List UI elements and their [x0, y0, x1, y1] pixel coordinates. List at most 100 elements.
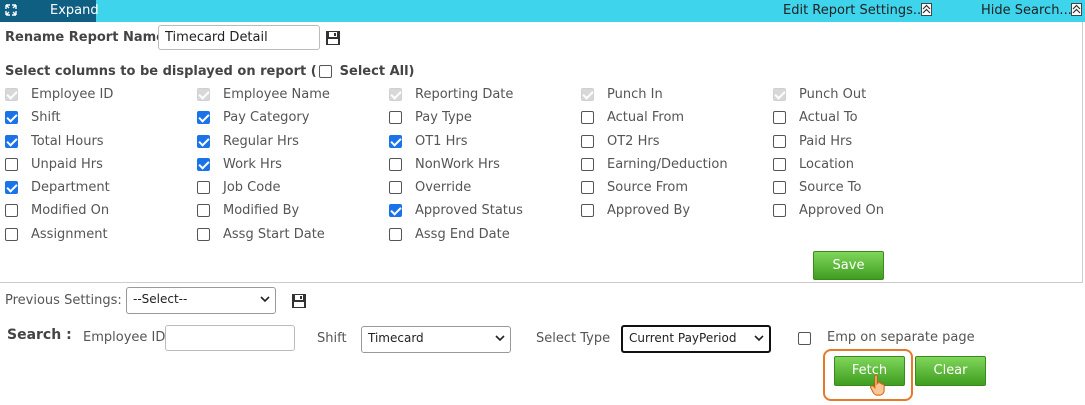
- column-option-checkbox: [389, 87, 402, 101]
- column-option-label: OT1 Hrs: [415, 133, 468, 149]
- column-option[interactable]: OT2 Hrs: [581, 132, 659, 150]
- column-option-checkbox[interactable]: [197, 203, 210, 217]
- select-type-value: Current PayPeriod: [629, 331, 737, 345]
- hide-search-link[interactable]: Hide Search...: [981, 3, 1072, 18]
- column-option-checkbox[interactable]: [773, 134, 786, 148]
- column-option[interactable]: Job Code: [197, 178, 280, 196]
- column-option[interactable]: Override: [389, 178, 471, 196]
- column-option-checkbox[interactable]: [773, 110, 786, 124]
- column-option-checkbox[interactable]: [581, 180, 594, 194]
- collapse-up-icon[interactable]: [1071, 3, 1082, 16]
- column-option-label: Pay Category: [223, 109, 310, 125]
- column-option[interactable]: Reporting Date: [389, 85, 513, 103]
- column-option[interactable]: Actual To: [773, 108, 858, 126]
- emp-separate-page-checkbox[interactable]: [798, 332, 811, 345]
- column-option[interactable]: Approved Status: [389, 201, 523, 219]
- clear-button[interactable]: Clear: [915, 356, 986, 386]
- column-option[interactable]: Assignment: [5, 225, 108, 243]
- column-option-checkbox[interactable]: [581, 134, 594, 148]
- column-option[interactable]: Earning/Deduction: [581, 155, 728, 173]
- column-option-checkbox[interactable]: [773, 180, 786, 194]
- column-option[interactable]: Total Hours: [5, 132, 104, 150]
- column-option-checkbox[interactable]: [5, 203, 18, 217]
- save-disk-icon[interactable]: [291, 293, 307, 309]
- column-option-checkbox[interactable]: [5, 110, 18, 124]
- expand-tab[interactable]: Expand: [0, 0, 99, 22]
- rename-report-label: Rename Report Name:: [5, 30, 171, 45]
- shift-label: Shift: [317, 331, 347, 346]
- shift-select[interactable]: Timecard: [361, 326, 511, 353]
- select-type-select[interactable]: Current PayPeriod: [621, 325, 771, 353]
- expand-label[interactable]: Expand: [50, 3, 99, 18]
- column-option-checkbox[interactable]: [389, 180, 402, 194]
- column-option-checkbox[interactable]: [197, 227, 210, 241]
- emp-separate-page-label: Emp on separate page: [827, 330, 975, 345]
- column-option-label: Assg Start Date: [223, 226, 325, 242]
- column-option[interactable]: Modified By: [197, 201, 299, 219]
- column-option[interactable]: Punch In: [581, 85, 663, 103]
- rename-report-input[interactable]: [158, 25, 320, 50]
- column-option[interactable]: Approved By: [581, 201, 690, 219]
- column-option[interactable]: Pay Type: [389, 108, 472, 126]
- column-option-checkbox[interactable]: [581, 157, 594, 171]
- column-option-label: Regular Hrs: [223, 133, 299, 149]
- column-option-label: Source From: [607, 179, 688, 195]
- select-all-label: Select All): [339, 63, 415, 79]
- column-option-checkbox[interactable]: [581, 203, 594, 217]
- column-option[interactable]: Pay Category: [197, 108, 309, 126]
- column-option-checkbox[interactable]: [5, 180, 18, 194]
- column-option[interactable]: Regular Hrs: [197, 132, 299, 150]
- collapse-up-icon[interactable]: [921, 3, 932, 16]
- column-option-checkbox[interactable]: [197, 157, 210, 171]
- column-option-checkbox[interactable]: [389, 110, 402, 124]
- column-option-checkbox[interactable]: [197, 110, 210, 124]
- column-option[interactable]: Source To: [773, 178, 861, 196]
- column-option[interactable]: Modified On: [5, 201, 109, 219]
- save-button[interactable]: Save: [813, 251, 884, 280]
- column-option[interactable]: Source From: [581, 178, 688, 196]
- column-option[interactable]: NonWork Hrs: [389, 155, 500, 173]
- column-option[interactable]: Shift: [5, 108, 61, 126]
- column-option[interactable]: Unpaid Hrs: [5, 155, 103, 173]
- column-option[interactable]: OT1 Hrs: [389, 132, 467, 150]
- column-option-checkbox[interactable]: [773, 157, 786, 171]
- select-all-checkbox[interactable]: [318, 64, 332, 78]
- column-option[interactable]: Employee ID: [5, 85, 113, 103]
- employee-id-input[interactable]: [165, 325, 295, 351]
- previous-settings-select[interactable]: --Select--: [126, 287, 276, 314]
- column-option-checkbox[interactable]: [5, 157, 18, 171]
- column-option[interactable]: Assg Start Date: [197, 225, 325, 243]
- column-option-checkbox[interactable]: [5, 134, 18, 148]
- column-option[interactable]: Location: [773, 155, 854, 173]
- column-option[interactable]: Punch Out: [773, 85, 866, 103]
- expand-icon[interactable]: [5, 4, 17, 16]
- column-option-checkbox[interactable]: [197, 180, 210, 194]
- column-option-checkbox[interactable]: [773, 203, 786, 217]
- column-option-label: NonWork Hrs: [415, 156, 500, 172]
- column-option-label: Source To: [799, 179, 862, 195]
- column-option-label: Override: [415, 179, 472, 195]
- columns-section-title: Select columns to be displayed on report…: [5, 62, 415, 80]
- column-option-checkbox[interactable]: [581, 110, 594, 124]
- column-option[interactable]: Department: [5, 178, 110, 196]
- column-option-label: Modified On: [31, 202, 110, 218]
- column-option-checkbox[interactable]: [197, 134, 210, 148]
- column-option[interactable]: Approved On: [773, 201, 884, 219]
- column-option-label: Reporting Date: [415, 86, 514, 102]
- column-option-checkbox[interactable]: [389, 227, 402, 241]
- column-option[interactable]: Actual From: [581, 108, 684, 126]
- column-option[interactable]: Paid Hrs: [773, 132, 852, 150]
- column-option-label: Employee ID: [31, 86, 114, 102]
- hand-cursor-icon: [870, 374, 888, 396]
- column-option-checkbox[interactable]: [5, 227, 18, 241]
- column-option[interactable]: Assg End Date: [389, 225, 510, 243]
- column-option-checkbox[interactable]: [389, 134, 402, 148]
- column-option-checkbox[interactable]: [389, 203, 402, 217]
- edit-report-settings-link[interactable]: Edit Report Settings...: [783, 3, 925, 18]
- column-option-checkbox[interactable]: [389, 157, 402, 171]
- column-option[interactable]: Work Hrs: [197, 155, 282, 173]
- save-disk-icon[interactable]: [325, 30, 341, 46]
- column-option-label: Total Hours: [31, 133, 104, 149]
- column-option-label: Paid Hrs: [799, 133, 853, 149]
- column-option[interactable]: Employee Name: [197, 85, 330, 103]
